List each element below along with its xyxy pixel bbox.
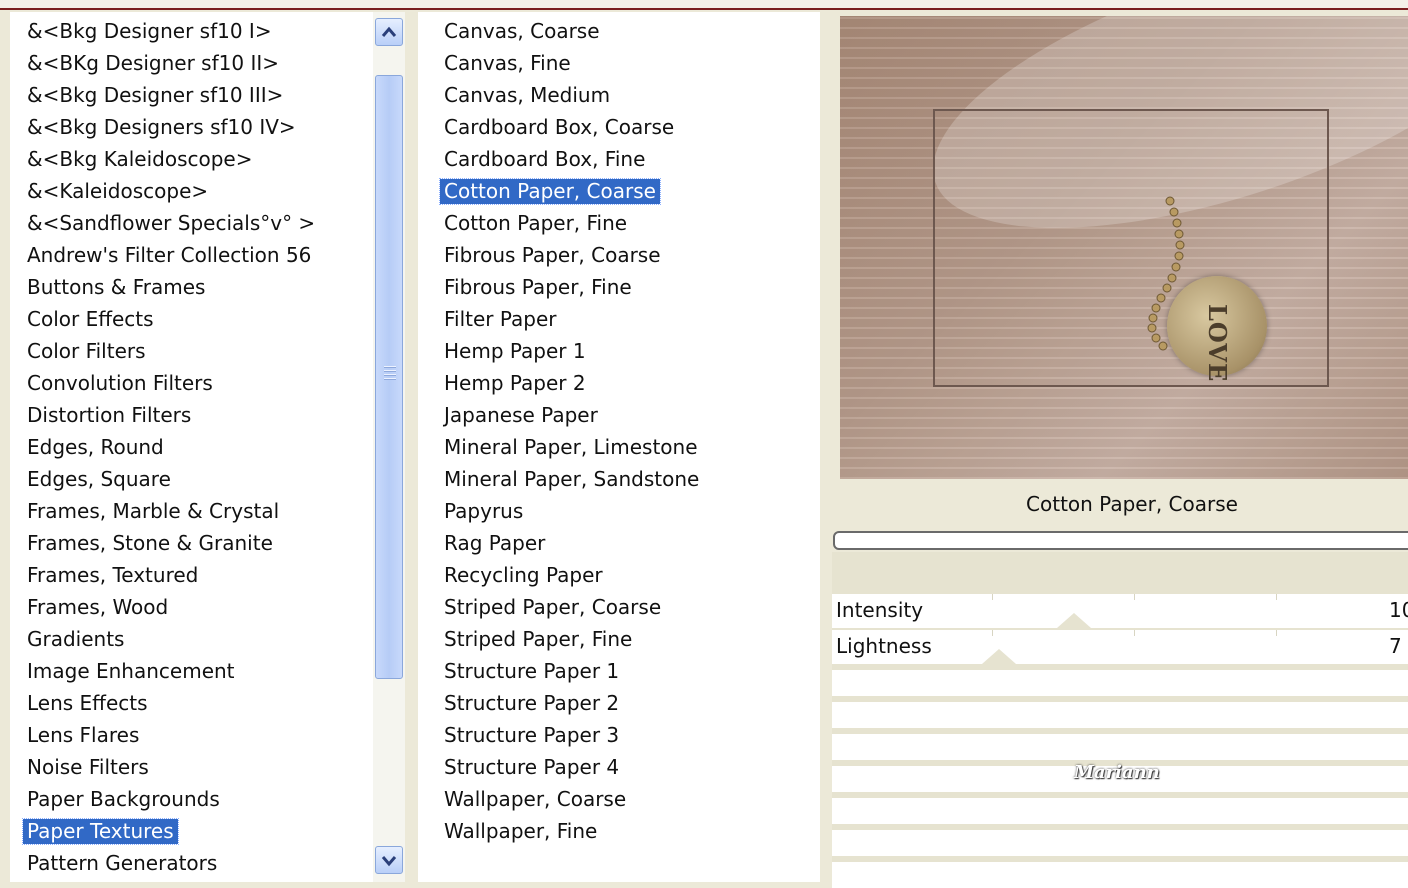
filter-list-item[interactable]: Fibrous Paper, Fine — [440, 275, 636, 300]
filter-list-item[interactable]: Mineral Paper, Limestone — [440, 435, 702, 460]
filter-list-item[interactable]: Fibrous Paper, Coarse — [440, 243, 665, 268]
category-list-item[interactable]: Color Effects — [23, 307, 158, 332]
love-coin: LOVE — [1167, 276, 1267, 383]
category-list-item[interactable]: &<Kaleidoscope> — [23, 179, 212, 204]
category-list-item[interactable]: Convolution Filters — [23, 371, 217, 396]
scroll-up-button[interactable] — [375, 18, 403, 46]
coin-text: LOVE — [1203, 304, 1232, 383]
filter-list-item[interactable]: Hemp Paper 2 — [440, 371, 590, 396]
slider-thumb[interactable] — [1057, 613, 1091, 628]
empty-slider-row — [832, 702, 1408, 728]
scroll-down-button[interactable] — [375, 846, 403, 874]
category-list-item[interactable]: Gradients — [23, 627, 128, 652]
filter-list-item[interactable]: Wallpaper, Coarse — [440, 787, 630, 812]
slider-row-intensity[interactable]: Intensity 10 — [832, 594, 1408, 628]
filter-list-item[interactable]: Hemp Paper 1 — [440, 339, 590, 364]
filter-list-item[interactable]: Papyrus — [440, 499, 527, 524]
category-list-item[interactable]: Frames, Stone & Granite — [23, 531, 277, 556]
category-list-item[interactable]: Frames, Textured — [23, 563, 202, 588]
category-scrollbar[interactable] — [373, 12, 405, 882]
watermark-signature: Mariann — [1074, 762, 1160, 783]
filter-list-item[interactable]: Mineral Paper, Sandstone — [440, 467, 703, 492]
filter-list-item[interactable]: Striped Paper, Coarse — [440, 595, 665, 620]
filter-list-item[interactable]: Canvas, Fine — [440, 51, 575, 76]
category-list-item[interactable]: Lens Effects — [23, 691, 152, 716]
chevron-down-icon — [381, 856, 397, 867]
filter-list[interactable]: Canvas, Coarse Canvas, Fine Canvas, Medium… — [418, 12, 820, 882]
chevron-up-icon — [381, 26, 397, 37]
category-list-item[interactable]: Color Filters — [23, 339, 150, 364]
category-list-item[interactable]: Paper Backgrounds — [23, 787, 224, 812]
category-list-item[interactable]: Image Enhancement — [23, 659, 239, 684]
window-top-edge — [0, 0, 1408, 10]
empty-slider-row — [832, 862, 1408, 888]
category-list-item[interactable]: Pattern Generators — [23, 851, 221, 876]
filter-list-item[interactable]: Structure Paper 2 — [440, 691, 623, 716]
category-list-item[interactable]: Paper Textures — [22, 818, 179, 845]
slider-label: Intensity — [836, 598, 924, 622]
category-list-item[interactable]: &<Bkg Designers sf10 IV> — [23, 115, 300, 140]
filter-list-item[interactable]: Recycling Paper — [440, 563, 607, 588]
empty-slider-row — [832, 798, 1408, 824]
category-list-item[interactable]: Lens Flares — [23, 723, 143, 748]
category-list-item[interactable]: Edges, Round — [23, 435, 168, 460]
filter-list-item[interactable]: Cardboard Box, Fine — [440, 147, 649, 172]
scroll-thumb[interactable] — [375, 75, 403, 679]
preview-image: LOVE — [840, 16, 1408, 479]
filter-list-item[interactable]: Canvas, Coarse — [440, 19, 604, 44]
selected-filter-name: Cotton Paper, Coarse — [1026, 492, 1238, 516]
filter-list-item[interactable]: Striped Paper, Fine — [440, 627, 636, 652]
grip-icon — [384, 366, 396, 382]
category-list-item[interactable]: Distortion Filters — [23, 403, 195, 428]
category-list-item[interactable]: Frames, Wood — [23, 595, 172, 620]
filter-list-item[interactable]: Japanese Paper — [440, 403, 602, 428]
progress-bar — [833, 531, 1408, 550]
filter-list-item[interactable]: Wallpaper, Fine — [440, 819, 601, 844]
category-list-item[interactable]: Andrew's Filter Collection 56 — [23, 243, 315, 268]
slider-thumb[interactable] — [982, 649, 1016, 664]
bead-chain — [1147, 196, 1185, 351]
empty-slider-row — [832, 830, 1408, 856]
filter-list-item[interactable]: Cardboard Box, Coarse — [440, 115, 678, 140]
category-list-item[interactable]: Noise Filters — [23, 755, 153, 780]
filter-list-item[interactable]: Structure Paper 4 — [440, 755, 623, 780]
slider-value: 10 — [1389, 598, 1408, 622]
filter-list-item[interactable]: Rag Paper — [440, 531, 549, 556]
category-list-item[interactable]: Edges, Square — [23, 467, 175, 492]
filter-list-item[interactable]: Canvas, Medium — [440, 83, 614, 108]
filter-list-item[interactable]: Cotton Paper, Fine — [440, 211, 631, 236]
category-list-item[interactable]: &<Bkg Kaleidoscope> — [23, 147, 257, 172]
category-list-item[interactable]: &<Sandflower Specials°v° > — [23, 211, 319, 236]
slider-value: 7 — [1389, 634, 1402, 658]
empty-slider-row — [832, 670, 1408, 696]
category-list[interactable]: &<Bkg Designer sf10 I> &<BKg Designer sf1… — [10, 12, 405, 882]
filter-list-item[interactable]: Cotton Paper, Coarse — [439, 178, 661, 205]
category-list-item[interactable]: &<Bkg Designer sf10 I> — [23, 19, 276, 44]
empty-slider-row — [832, 734, 1408, 760]
filter-list-item[interactable]: Structure Paper 1 — [440, 659, 623, 684]
category-list-item[interactable]: &<BKg Designer sf10 II> — [23, 51, 283, 76]
filter-list-item[interactable]: Structure Paper 3 — [440, 723, 623, 748]
slider-label: Lightness — [836, 634, 932, 658]
category-list-item[interactable]: Frames, Marble & Crystal — [23, 499, 283, 524]
category-list-item[interactable]: Buttons & Frames — [23, 275, 209, 300]
slider-row-lightness[interactable]: Lightness 7 — [832, 630, 1408, 664]
filter-name-bar: Cotton Paper, Coarse — [832, 482, 1408, 530]
settings-panel: Intensity 10 Lightness 7 — [832, 552, 1408, 888]
category-list-item[interactable]: &<Bkg Designer sf10 III> — [23, 83, 287, 108]
filter-list-item[interactable]: Filter Paper — [440, 307, 561, 332]
